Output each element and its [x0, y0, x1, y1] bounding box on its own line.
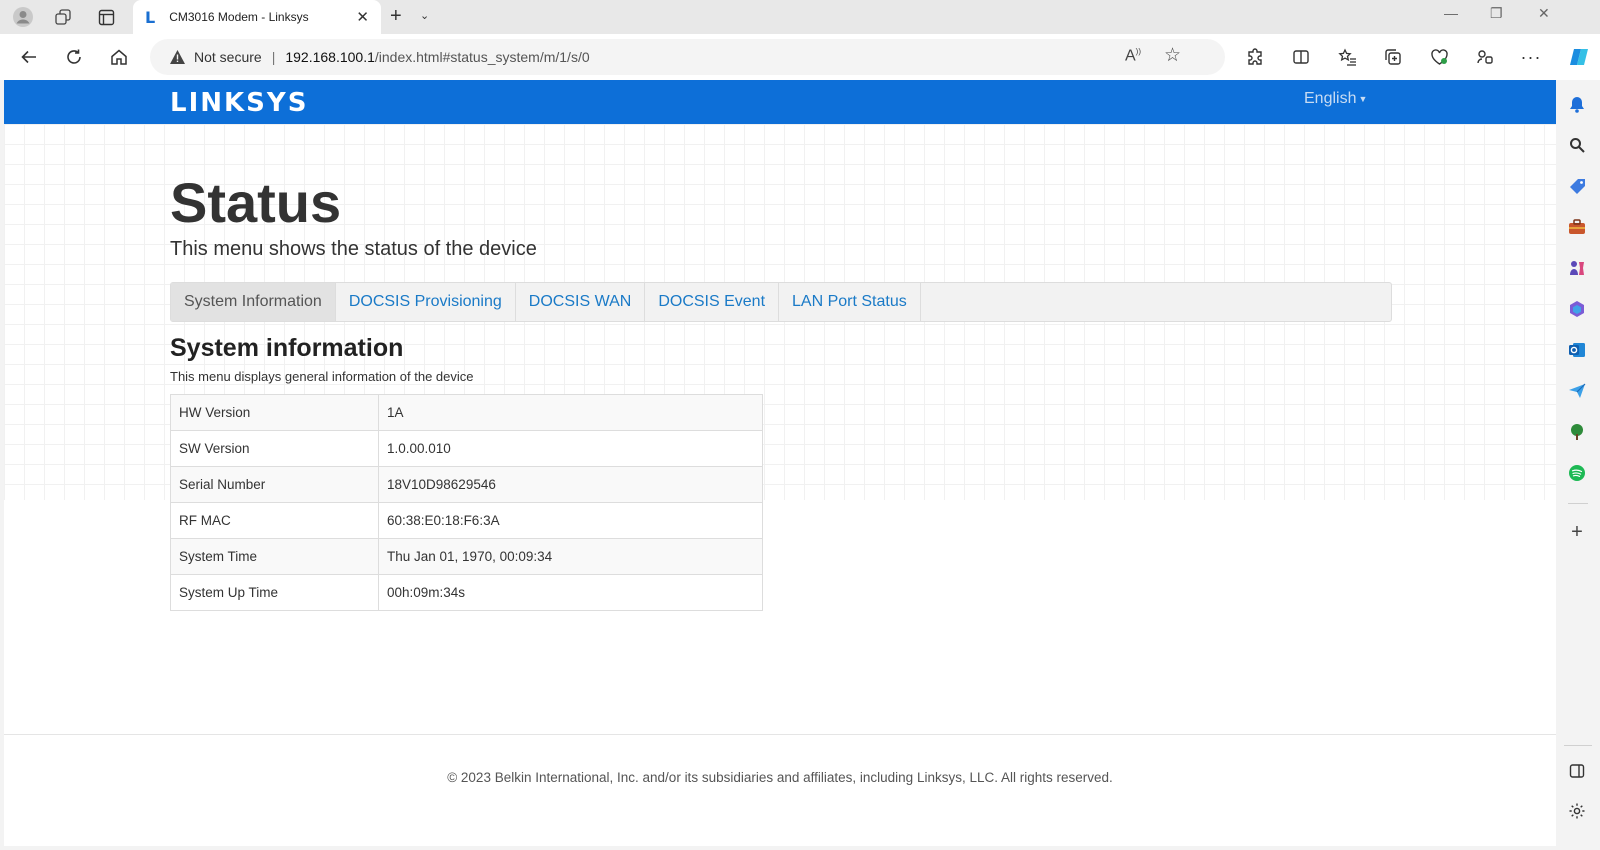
row-label: HW Version: [170, 394, 379, 431]
close-tab-icon[interactable]: ✕: [356, 8, 369, 26]
microsoft-365-icon[interactable]: [1566, 298, 1588, 320]
profile-icon[interactable]: [12, 6, 34, 28]
section-description: This menu displays general information o…: [170, 369, 474, 384]
browser-tab-active[interactable]: L CM3016 Modem - Linksys ✕: [133, 0, 381, 34]
edge-sidebar: +: [1556, 80, 1600, 850]
outlook-icon[interactable]: [1566, 339, 1588, 361]
tree-icon[interactable]: [1566, 421, 1588, 443]
language-label: English: [1304, 90, 1357, 107]
section-title: System information: [170, 334, 404, 362]
more-menu-icon[interactable]: ···: [1520, 46, 1542, 68]
browser-tab-bar: L CM3016 Modem - Linksys ✕ + ⌄ — ❐ ✕: [0, 0, 1600, 34]
table-row: HW Version 1A: [170, 394, 763, 431]
sidebar-bottom-divider: [1564, 745, 1592, 746]
footer-divider: [4, 734, 1556, 735]
refresh-icon[interactable]: [61, 44, 87, 70]
restore-icon[interactable]: ❐: [1490, 5, 1503, 22]
browser-essentials-icon[interactable]: [1428, 46, 1450, 68]
row-value: 60:38:E0:18:F6:3A: [378, 502, 763, 539]
system-info-table: HW Version 1A SW Version 1.0.00.010 Seri…: [170, 394, 763, 611]
table-row: System Time Thu Jan 01, 1970, 00:09:34: [170, 538, 763, 575]
share-icon[interactable]: [1474, 46, 1496, 68]
favorites-icon[interactable]: [1336, 46, 1358, 68]
linksys-navbar: LINKSYS English ▼: [4, 80, 1556, 124]
row-value: 18V10D98629546: [378, 466, 763, 503]
games-chess-icon[interactable]: [1566, 257, 1588, 279]
add-sidebar-app-icon[interactable]: +: [1566, 521, 1588, 543]
tab-docsis-event[interactable]: DOCSIS Event: [645, 283, 780, 321]
minimize-icon[interactable]: —: [1444, 5, 1458, 21]
row-label: System Time: [170, 538, 379, 575]
url-host[interactable]: 192.168.100.1: [285, 49, 375, 65]
table-row: System Up Time 00h:09m:34s: [170, 574, 763, 611]
row-label: Serial Number: [170, 466, 379, 503]
send-drop-icon[interactable]: [1566, 380, 1588, 402]
address-bar[interactable]: Not secure | 192.168.100.1/index.html#st…: [150, 39, 1225, 75]
collections-icon[interactable]: [1382, 46, 1404, 68]
language-dropdown[interactable]: English ▼: [1304, 90, 1367, 108]
vertical-tabs-icon[interactable]: [95, 6, 117, 28]
spotify-icon[interactable]: [1566, 462, 1588, 484]
new-tab-icon[interactable]: +: [390, 5, 402, 28]
tab-docsis-wan[interactable]: DOCSIS WAN: [516, 283, 646, 321]
tab-list-chevron-icon[interactable]: ⌄: [420, 9, 429, 22]
shopping-tag-icon[interactable]: [1566, 175, 1588, 197]
status-tabs: System Information DOCSIS Provisioning D…: [170, 282, 1392, 322]
hide-sidebar-icon[interactable]: [1566, 760, 1588, 782]
address-separator: |: [271, 49, 276, 65]
notifications-bell-icon[interactable]: [1566, 93, 1588, 115]
tab-lan-port-status[interactable]: LAN Port Status: [779, 283, 921, 321]
tools-toolbox-icon[interactable]: [1566, 216, 1588, 238]
url-path[interactable]: /index.html#status_system/m/1/s/0: [375, 49, 590, 65]
settings-gear-icon[interactable]: [1566, 800, 1588, 822]
page-title: Status: [170, 171, 342, 234]
tab-title: CM3016 Modem - Linksys: [169, 10, 309, 24]
row-value: Thu Jan 01, 1970, 00:09:34: [378, 538, 763, 575]
tab-docsis-provisioning[interactable]: DOCSIS Provisioning: [336, 283, 516, 321]
footer-copyright: © 2023 Belkin International, Inc. and/or…: [447, 770, 1113, 785]
home-icon[interactable]: [106, 44, 132, 70]
browser-toolbar: Not secure | 192.168.100.1/index.html#st…: [0, 34, 1600, 80]
row-label: SW Version: [170, 430, 379, 467]
window-close-icon[interactable]: ✕: [1538, 5, 1550, 22]
row-label: System Up Time: [170, 574, 379, 611]
warning-icon[interactable]: [168, 48, 186, 66]
split-screen-icon[interactable]: [1290, 46, 1312, 68]
sidebar-divider: [1568, 503, 1588, 504]
tab-system-information[interactable]: System Information: [171, 283, 336, 321]
table-row: RF MAC 60:38:E0:18:F6:3A: [170, 502, 763, 539]
row-value: 1A: [378, 394, 763, 431]
table-row: Serial Number 18V10D98629546: [170, 466, 763, 503]
favorite-star-icon[interactable]: ☆: [1164, 44, 1181, 67]
row-value: 00h:09m:34s: [378, 574, 763, 611]
extensions-icon[interactable]: [1244, 46, 1266, 68]
copilot-icon[interactable]: [1568, 46, 1590, 68]
search-icon[interactable]: [1566, 134, 1588, 156]
row-label: RF MAC: [170, 502, 379, 539]
page-viewport: LINKSYS English ▼ Status This menu shows …: [4, 80, 1556, 846]
linksys-logo[interactable]: LINKSYS: [170, 88, 308, 118]
linksys-favicon-icon: L: [145, 7, 156, 27]
row-value: 1.0.00.010: [378, 430, 763, 467]
back-icon[interactable]: [16, 44, 42, 70]
caret-down-icon: ▼: [1358, 93, 1368, 104]
workspaces-icon[interactable]: [52, 6, 74, 28]
security-label[interactable]: Not secure: [194, 49, 262, 65]
read-aloud-icon[interactable]: A)): [1125, 47, 1141, 65]
table-row: SW Version 1.0.00.010: [170, 430, 763, 467]
page-subtitle: This menu shows the status of the device: [170, 238, 537, 260]
